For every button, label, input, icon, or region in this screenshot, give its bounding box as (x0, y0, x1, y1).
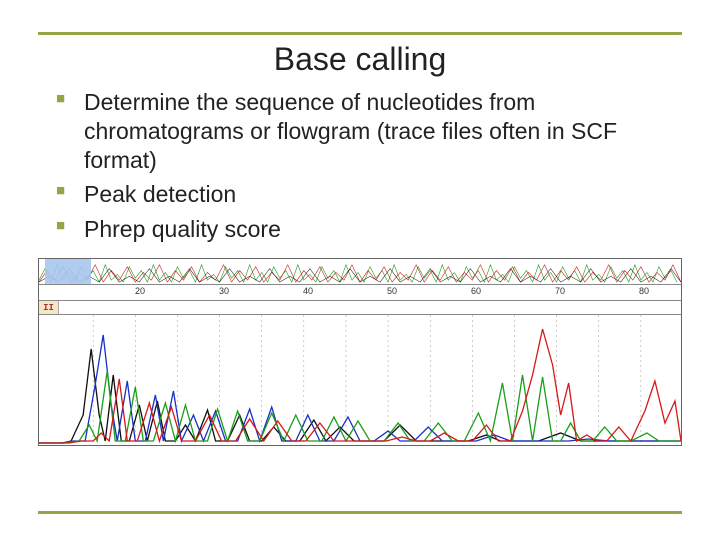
overview-selection (45, 259, 91, 284)
trace-area (39, 315, 681, 445)
bullet-item: Phrep quality score (56, 215, 682, 244)
ruler-tick: 80 (639, 286, 649, 296)
ruler-tick: 50 (387, 286, 397, 296)
position-ruler: 20 30 40 50 60 70 80 (39, 285, 681, 301)
overview-trace-icon (39, 259, 681, 284)
overview-track (39, 259, 681, 285)
top-rule (38, 32, 682, 35)
slide-title: Base calling (38, 41, 682, 78)
chromatogram-panel: 20 30 40 50 60 70 80 II GCCGA CTCGCTGGA … (38, 258, 682, 446)
ruler-tick: 60 (471, 286, 481, 296)
bullet-item: Peak detection (56, 180, 682, 209)
sequence-track-label: II (39, 301, 59, 314)
ruler-tick: 40 (303, 286, 313, 296)
ruler-tick: 30 (219, 286, 229, 296)
ruler-tick: 20 (135, 286, 145, 296)
bullet-item: Determine the sequence of nucleotides fr… (56, 88, 682, 174)
bottom-rule (38, 511, 682, 514)
called-sequence: II GCCGA CTCGCTGGA GA TTGTCGTCCA TTCGGCA… (39, 301, 681, 315)
grid-lines (93, 315, 641, 445)
ruler-tick: 70 (555, 286, 565, 296)
bullet-list: Determine the sequence of nucleotides fr… (38, 88, 682, 244)
